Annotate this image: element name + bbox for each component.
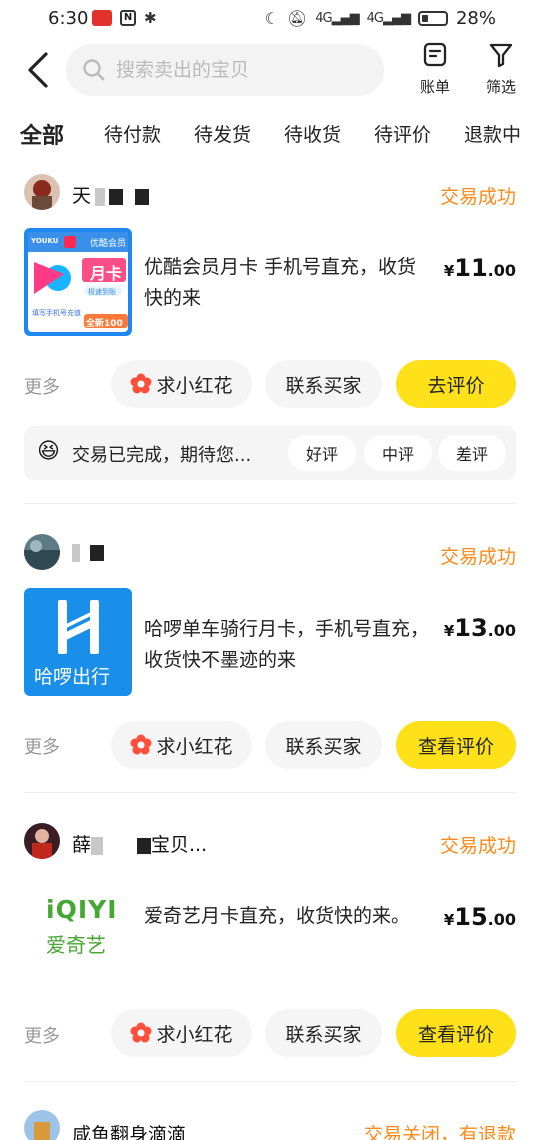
battery-icon (417, 11, 448, 26)
tab-pending-shipment[interactable]: 待发货 (194, 120, 251, 147)
tab-pending-review[interactable]: 待评价 (374, 120, 431, 147)
product-thumbnail[interactable]: 哈啰出行 (24, 588, 132, 696)
laughing-face-icon: 😆 (37, 439, 60, 464)
order-status: 交易成功 (439, 186, 516, 208)
product-price: ¥11.00 (443, 254, 516, 282)
status-bar: 6:30 N ✱ ☾ 🔕︎ 4G▂▄▆ 4G▂▄▆ 28% (0, 0, 540, 38)
contact-buyer-button[interactable]: 联系买家 (265, 721, 382, 769)
red-flower-icon (130, 734, 152, 755)
signal-icon-2: 4G▂▄▆ (366, 11, 411, 26)
contact-buyer-button[interactable]: 联系买家 (265, 1009, 382, 1057)
good-review-button[interactable]: 好评 (288, 435, 356, 471)
mute-bell-icon: 🔕︎ (286, 9, 308, 28)
seller-avatar[interactable] (24, 823, 60, 859)
filter-label: 筛选 (485, 78, 516, 96)
go-review-button[interactable]: 去评价 (396, 360, 516, 408)
order-status: 交易成功 (439, 835, 516, 857)
card-divider (24, 792, 516, 793)
product-title[interactable]: 优酷会员月卡 手机号直充，收货快的来 (144, 252, 434, 314)
product-title[interactable]: 爱奇艺月卡直充，收货快的来。 (144, 901, 434, 932)
product-thumbnail[interactable]: YOUKU 优酷会员 月卡 极速到账 填写手机号充值 全新100 (24, 228, 132, 336)
red-flower-icon (130, 1022, 152, 1043)
search-input[interactable] (116, 59, 366, 81)
back-button[interactable] (22, 50, 56, 90)
view-review-button[interactable]: 查看评价 (396, 1009, 516, 1057)
bill-label: 账单 (419, 78, 450, 96)
search-icon (83, 59, 105, 81)
product-title[interactable]: 哈啰单车骑行月卡，手机号直充，收货快不墨迹的来 (144, 614, 434, 676)
seller-name[interactable]: 咸鱼翻身滴滴 (72, 1120, 186, 1140)
red-flower-icon (130, 373, 152, 394)
tab-refunding[interactable]: 退款中 (464, 120, 521, 147)
review-prompt-text: 交易已完成，期待您... (72, 445, 252, 466)
filter-icon (489, 43, 513, 68)
more-button[interactable]: 更多 (24, 1022, 60, 1048)
bad-review-button[interactable]: 差评 (438, 435, 506, 471)
ask-flower-button[interactable]: 求小红花 (111, 1009, 252, 1057)
seller-avatar[interactable] (24, 174, 60, 210)
seller-avatar[interactable] (24, 1110, 60, 1140)
card-divider (24, 1081, 516, 1082)
product-thumbnail[interactable]: iQIYI 爱奇艺 (24, 877, 132, 985)
ask-flower-button[interactable]: 求小红花 (111, 721, 252, 769)
tab-pending-payment[interactable]: 待付款 (104, 120, 161, 147)
product-price: ¥15.00 (443, 903, 516, 931)
seller-avatar[interactable] (24, 534, 60, 570)
order-status: 交易成功 (439, 546, 516, 568)
battery-percent: 28% (455, 8, 496, 29)
bluetooth-icon: ✱ (144, 9, 157, 27)
signal-icon-1: 4G▂▄▆ (315, 11, 359, 26)
medium-review-button[interactable]: 中评 (364, 435, 432, 471)
card-divider (24, 503, 516, 504)
more-button[interactable]: 更多 (24, 733, 60, 759)
seller-name[interactable] (72, 541, 104, 563)
search-box[interactable] (66, 44, 384, 96)
view-review-button[interactable]: 查看评价 (396, 721, 516, 769)
order-tabs: 全部 待付款 待发货 待收货 待评价 退款中 (0, 112, 540, 156)
seller-name[interactable]: 天 (72, 181, 150, 208)
huawei-app-icon (92, 10, 112, 26)
seller-name[interactable]: 薛宝贝... (72, 830, 207, 857)
filter-button[interactable]: 筛选 (473, 42, 529, 100)
contact-buyer-button[interactable]: 联系买家 (265, 360, 382, 408)
moon-icon: ☾ (264, 9, 279, 28)
status-time: 6:30 (48, 8, 89, 29)
tab-pending-receipt[interactable]: 待收货 (284, 120, 341, 147)
tab-all[interactable]: 全部 (20, 118, 64, 150)
bill-button[interactable]: 账单 (407, 42, 463, 100)
ask-flower-button[interactable]: 求小红花 (111, 360, 252, 408)
review-prompt-bar: 😆 交易已完成，期待您... 好评 中评 差评 (24, 426, 516, 480)
nfc-icon: N (120, 10, 136, 26)
product-price: ¥13.00 (443, 614, 516, 642)
chevron-left-icon (28, 52, 48, 88)
bill-icon (423, 42, 447, 67)
order-status: 交易关闭，有退款 (363, 1124, 516, 1140)
more-button[interactable]: 更多 (24, 373, 60, 399)
